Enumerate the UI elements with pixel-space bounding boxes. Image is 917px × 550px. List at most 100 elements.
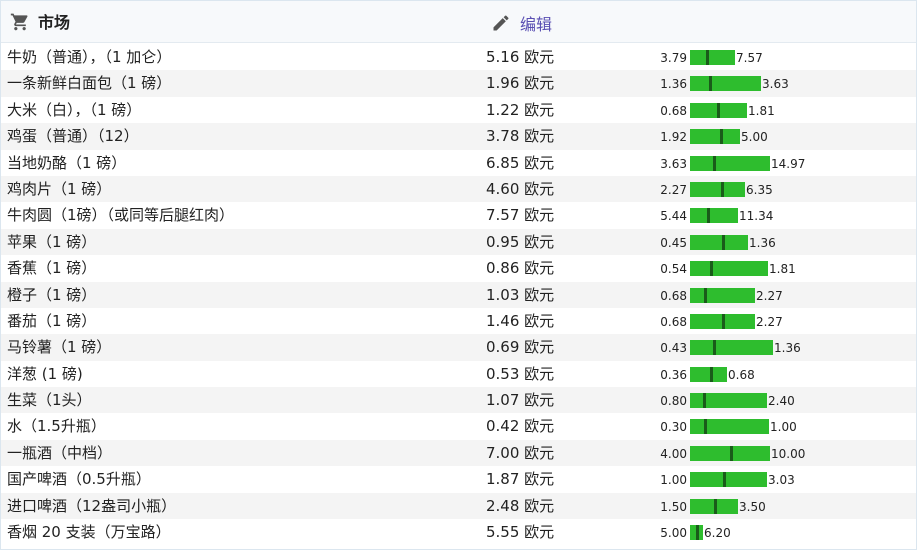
table-row: 生菜（1头） 1.07 欧元 0.80 2.40	[1, 387, 916, 414]
price-marker	[710, 261, 713, 277]
range-low: 0.36	[660, 367, 687, 382]
table-row: 一条新鲜白面包（1 磅） 1.96 欧元 1.36 3.63	[1, 70, 916, 97]
item-name: 水（1.5升瓶）	[7, 417, 106, 436]
item-name: 当地奶酪（1 磅）	[7, 153, 127, 172]
price-marker	[717, 102, 720, 118]
item-price: 3.78 欧元	[486, 127, 555, 146]
range-low: 0.45	[660, 235, 687, 250]
table-row: 水（1.5升瓶） 0.42 欧元 0.30 1.00	[1, 413, 916, 439]
price-marker	[704, 287, 707, 303]
range-low: 0.80	[660, 394, 687, 409]
table-row: 番茄（1 磅） 1.46 欧元 0.68 2.27	[1, 308, 916, 334]
range-high: 2.27	[756, 288, 783, 303]
item-name: 国产啤酒（0.5升瓶）	[7, 470, 151, 489]
item-name: 香烟 20 支装（万宝路）	[7, 523, 171, 542]
range-low: 1.36	[660, 77, 687, 92]
item-price: 0.53 欧元	[486, 364, 555, 383]
range-bar	[690, 208, 738, 224]
item-name: 番茄（1 磅）	[7, 311, 97, 330]
item-name: 苹果（1 磅）	[7, 232, 97, 251]
price-marker	[704, 419, 707, 435]
price-marker	[714, 498, 717, 514]
price-marker	[720, 129, 723, 145]
price-list: 牛奶（普通），（1 加仑） 5.16 欧元 3.79 7.57 一条新鲜白面包（1 磅）…	[1, 44, 916, 545]
range-high: 3.50	[739, 499, 766, 514]
item-price: 1.07 欧元	[486, 391, 555, 410]
table-row: 进口啤酒（12盎司小瓶） 2.48 欧元 1.50 3.50	[1, 492, 916, 520]
range-low: 1.92	[660, 130, 687, 145]
table-row: 一瓶酒（中档） 7.00 欧元 4.00 10.00	[1, 439, 916, 467]
price-marker	[722, 313, 725, 329]
item-price: 1.96 欧元	[486, 74, 555, 93]
item-price: 5.16 欧元	[486, 48, 555, 66]
item-price: 1.03 欧元	[486, 285, 555, 304]
range-low: 5.44	[660, 209, 687, 224]
table-row: 香蕉（1 磅） 0.86 欧元 0.54 1.81	[1, 255, 916, 281]
range-high: 1.81	[769, 262, 796, 277]
range-low: 0.68	[660, 314, 687, 329]
price-marker	[713, 155, 716, 171]
range-high: 1.36	[774, 341, 801, 356]
range-low: 0.68	[660, 103, 687, 118]
range-low: 0.68	[660, 288, 687, 303]
range-bar	[690, 234, 748, 250]
table-row: 鸡肉片（1 磅） 4.60 欧元 2.27 6.35	[1, 175, 916, 203]
range-low: 3.63	[660, 156, 687, 171]
price-marker	[709, 76, 712, 92]
edit-button[interactable]: 编辑	[491, 11, 552, 35]
range-bar	[690, 155, 770, 171]
range-bar	[690, 419, 769, 435]
item-price: 0.95 欧元	[486, 232, 555, 251]
item-name: 大米（白），（1 磅）	[7, 100, 142, 119]
range-bar	[690, 287, 755, 303]
range-bar	[690, 181, 745, 197]
item-price: 1.22 欧元	[486, 100, 555, 119]
table-row: 国产啤酒（0.5升瓶） 1.87 欧元 1.00 3.03	[1, 466, 916, 492]
market-panel: 市场 编辑 牛奶（普通），（1 加仑） 5.16 欧元 3.79 7.57 一条新鲜白面…	[0, 0, 917, 550]
item-name: 牛肉圆（1磅）（或同等后腿红肉）	[7, 206, 235, 225]
range-high: 1.81	[748, 103, 775, 118]
edit-label: 编辑	[520, 15, 553, 34]
range-low: 3.79	[660, 51, 687, 65]
item-name: 进口啤酒（12盎司小瓶）	[7, 496, 177, 515]
range-bar	[690, 393, 767, 409]
item-name: 生菜（1头）	[7, 391, 92, 410]
range-high: 11.34	[739, 209, 774, 224]
range-low: 0.43	[660, 341, 687, 356]
range-high: 2.40	[768, 394, 795, 409]
price-marker	[721, 181, 724, 197]
item-name: 牛奶（普通），（1 加仑）	[7, 48, 172, 66]
range-low: 1.00	[660, 473, 687, 488]
item-price: 7.00 欧元	[486, 443, 555, 462]
table-row: 大米（白），（1 磅） 1.22 欧元 0.68 1.81	[1, 97, 916, 123]
price-marker	[713, 340, 716, 356]
item-price: 0.42 欧元	[486, 417, 555, 436]
range-bar	[690, 76, 761, 92]
range-low: 0.54	[660, 262, 687, 277]
range-bar	[690, 472, 767, 488]
item-name: 一瓶酒（中档）	[7, 443, 113, 462]
price-marker	[730, 445, 733, 461]
price-marker	[706, 50, 709, 65]
item-price: 1.87 欧元	[486, 470, 555, 489]
item-price: 6.85 欧元	[486, 153, 555, 172]
item-name: 鸡肉片（1 磅）	[7, 179, 112, 198]
table-row: 鸡蛋（普通）（12） 3.78 欧元 1.92 5.00	[1, 123, 916, 150]
item-name: 马铃薯（1 磅）	[7, 338, 112, 357]
item-price: 2.48 欧元	[486, 496, 555, 515]
range-low: 2.27	[660, 182, 687, 197]
range-low: 4.00	[660, 446, 687, 461]
price-marker	[723, 472, 726, 488]
range-high: 14.97	[771, 156, 806, 171]
range-high: 0.68	[728, 367, 755, 382]
price-marker	[710, 366, 713, 382]
range-bar	[690, 340, 773, 356]
range-low: 0.30	[660, 420, 687, 435]
table-row: 香烟 20 支装（万宝路） 5.55 欧元 5.00 6.20	[1, 519, 916, 545]
table-row: 橙子（1 磅） 1.03 欧元 0.68 2.27	[1, 281, 916, 308]
range-low: 5.00	[660, 526, 687, 541]
range-high: 6.20	[704, 526, 731, 541]
range-high: 3.63	[762, 77, 789, 92]
item-name: 洋葱 (1 磅)	[7, 364, 83, 383]
pencil-icon	[493, 15, 509, 31]
